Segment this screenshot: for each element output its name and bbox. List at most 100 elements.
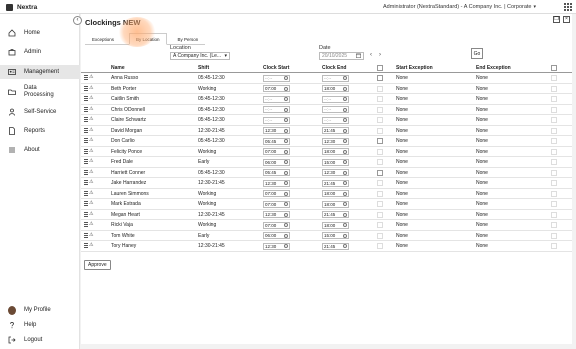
clock-icon[interactable] [284, 202, 288, 206]
clock-start-input[interactable]: 12:30 [263, 242, 290, 250]
tab-exceptions[interactable]: Exceptions [85, 33, 121, 45]
row-start-checkbox[interactable] [377, 180, 383, 186]
row-menu-icon[interactable] [84, 106, 88, 112]
row-start-checkbox[interactable] [377, 222, 383, 228]
date-field[interactable]: 20/10/2025 [319, 52, 364, 60]
clock-icon[interactable] [343, 202, 347, 206]
apps-grid-icon[interactable] [564, 3, 572, 11]
row-menu-icon[interactable] [84, 85, 88, 91]
warning-icon[interactable]: ⚠ [89, 232, 93, 238]
row-start-checkbox[interactable] [377, 96, 383, 102]
row-menu-icon[interactable] [84, 169, 88, 175]
clock-icon[interactable] [343, 118, 347, 122]
close-icon[interactable]: × [563, 16, 570, 23]
tab-by-person[interactable]: By Person [171, 33, 206, 45]
row-start-checkbox[interactable] [377, 159, 383, 165]
row-menu-icon[interactable] [84, 96, 88, 101]
warning-icon[interactable]: ⚠ [89, 201, 93, 206]
clock-start-input[interactable]: 12:30 [263, 179, 290, 187]
warning-icon[interactable]: ⚠ [89, 117, 93, 122]
row-start-checkbox[interactable] [377, 243, 383, 249]
row-end-checkbox[interactable] [551, 222, 557, 228]
sidebar-item-management[interactable]: Management [0, 65, 80, 79]
warning-icon[interactable]: ⚠ [89, 85, 93, 91]
row-start-checkbox[interactable] [377, 85, 383, 92]
clock-end-input[interactable]: 18:00 [322, 221, 349, 229]
row-end-checkbox[interactable] [551, 138, 557, 144]
go-button[interactable]: Go [471, 48, 483, 59]
row-menu-icon[interactable] [84, 138, 88, 143]
row-start-checkbox[interactable] [377, 148, 383, 155]
header-clock-end[interactable]: Clock End [322, 65, 346, 71]
clock-icon[interactable] [343, 191, 347, 196]
row-end-checkbox[interactable] [551, 169, 557, 176]
clock-end-input[interactable]: 12:30 [322, 169, 349, 176]
warning-icon[interactable]: ⚠ [89, 180, 93, 185]
clock-icon[interactable] [343, 223, 347, 227]
header-name[interactable]: Name [111, 65, 125, 71]
clock-end-input[interactable]: 15:00 [322, 232, 349, 239]
row-end-checkbox[interactable] [551, 85, 557, 92]
row-start-checkbox[interactable] [377, 138, 383, 144]
restore-icon[interactable]: ❐ [553, 16, 560, 23]
clock-start-input[interactable]: 07:00 [263, 190, 290, 197]
sidebar-item-my-profile[interactable]: My Profile [0, 303, 80, 317]
header-start-exception[interactable]: Start Exception [396, 65, 433, 71]
clock-start-input[interactable]: --:-- [263, 116, 290, 124]
clock-icon[interactable] [343, 107, 347, 112]
clock-end-input[interactable]: 18:00 [322, 85, 349, 92]
clock-start-input[interactable]: 12:30 [263, 211, 290, 218]
row-menu-icon[interactable] [84, 211, 88, 217]
clock-end-input[interactable]: --:-- [322, 95, 349, 103]
user-company-selector[interactable]: Administrator (NextraStandard) - A Compa… [383, 0, 536, 14]
sidebar-item-admin[interactable]: Admin [0, 45, 80, 59]
select-all-end-checkbox[interactable] [551, 65, 557, 71]
clock-start-input[interactable]: 05:45 [263, 169, 290, 176]
sidebar-item-logout[interactable]: Logout [0, 333, 80, 347]
warning-icon[interactable]: ⚠ [89, 138, 93, 143]
location-select[interactable]: A Company Inc. (Le... ▾ [170, 52, 230, 60]
clock-start-input[interactable]: --:-- [263, 95, 290, 103]
row-menu-icon[interactable] [84, 159, 88, 164]
approve-button[interactable]: Approve [84, 260, 111, 270]
row-start-checkbox[interactable] [377, 117, 383, 123]
clock-icon[interactable] [284, 170, 288, 175]
header-clock-start[interactable]: Clock Start [263, 65, 289, 71]
clock-end-input[interactable]: 12:30 [322, 137, 349, 145]
sidebar-item-reports[interactable]: Reports [0, 124, 80, 138]
clock-icon[interactable] [284, 181, 288, 185]
clock-end-input[interactable]: 21:45 [322, 179, 349, 187]
sidebar-item-self-service[interactable]: Self-Service [0, 105, 80, 119]
clock-end-input[interactable]: --:-- [322, 116, 349, 124]
calendar-icon[interactable] [356, 53, 361, 60]
row-end-checkbox[interactable] [551, 232, 557, 239]
clock-start-input[interactable]: 05:45 [263, 137, 290, 145]
clock-end-input[interactable]: 18:00 [322, 200, 349, 208]
row-menu-icon[interactable] [84, 201, 88, 206]
clock-start-input[interactable]: 07:00 [263, 221, 290, 229]
clock-icon[interactable] [343, 212, 347, 217]
brand[interactable]: Nextra [0, 0, 80, 14]
clock-icon[interactable] [343, 76, 347, 80]
clock-start-input[interactable]: 07:00 [263, 148, 290, 155]
clock-icon[interactable] [284, 233, 288, 238]
row-start-checkbox[interactable] [377, 75, 383, 81]
row-menu-icon[interactable] [84, 190, 88, 196]
clock-end-input[interactable]: --:-- [322, 106, 349, 113]
row-menu-icon[interactable] [84, 148, 88, 154]
row-end-checkbox[interactable] [551, 127, 557, 134]
tab-by-location[interactable]: By Location [129, 33, 167, 45]
clock-icon[interactable] [284, 149, 288, 154]
sidebar-item-home[interactable]: Home [0, 26, 80, 40]
clock-icon[interactable] [343, 244, 347, 248]
row-start-checkbox[interactable] [377, 232, 383, 239]
clock-start-input[interactable]: --:-- [263, 106, 290, 113]
clock-icon[interactable] [343, 149, 347, 154]
clock-icon[interactable] [284, 128, 288, 133]
row-menu-icon[interactable] [84, 232, 88, 238]
clock-icon[interactable] [343, 139, 347, 143]
clock-end-input[interactable]: 18:00 [322, 190, 349, 197]
warning-icon[interactable]: ⚠ [89, 159, 93, 164]
sidebar-item-help[interactable]: Help [0, 318, 80, 332]
sidebar-item-data-processing[interactable]: Data Processing [0, 85, 80, 99]
